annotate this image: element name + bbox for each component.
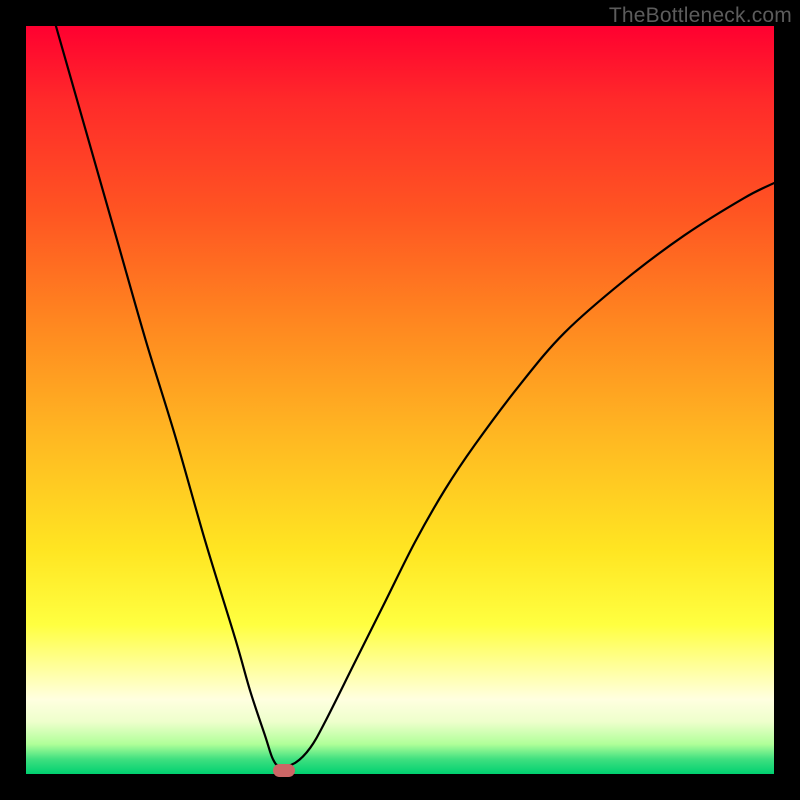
- plot-area: [26, 26, 774, 774]
- chart-frame: TheBottleneck.com: [0, 0, 800, 800]
- watermark-text: TheBottleneck.com: [609, 4, 792, 28]
- optimal-point-marker: [273, 764, 295, 777]
